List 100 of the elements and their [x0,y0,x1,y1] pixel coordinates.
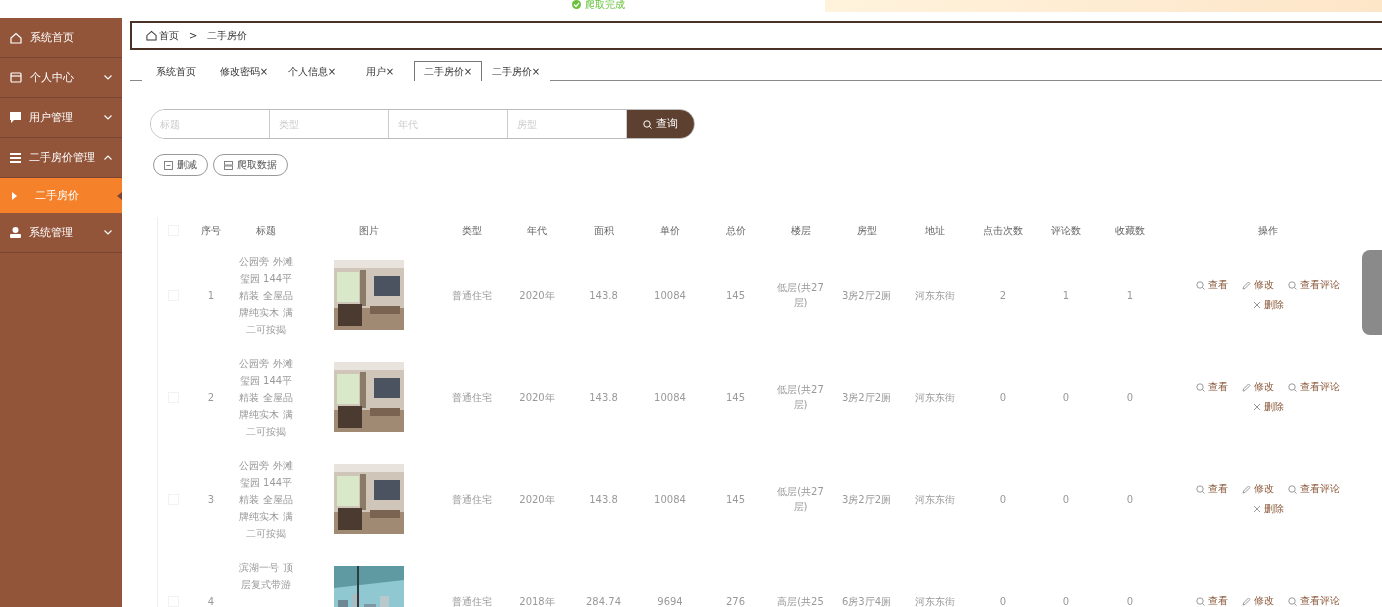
search-icon [1288,382,1297,392]
table-cell-text: 0 [1061,594,1071,607]
table-cell-text: 6房3厅4厕 [840,594,893,607]
table-cell-text: 143.8 [588,390,619,405]
table-cell-text: 9694 [656,594,684,607]
user-icon [10,227,21,238]
side-handle[interactable] [1362,250,1382,335]
search-icon [1288,596,1297,606]
tab-close[interactable]: × [385,66,395,77]
column-header: 操作 [1257,223,1279,238]
action-link[interactable]: 修改 [1242,482,1274,496]
home-icon [10,31,22,44]
pencil-icon [1242,382,1251,392]
column-header: 收藏数 [1114,223,1146,238]
column-header: 类型 [461,223,483,238]
table-cell-text: 10084 [653,492,687,507]
action-link[interactable]: 修改 [1242,594,1274,607]
column-header: 面积 [592,223,615,238]
breadcrumb-current: 二手房价 [207,28,248,43]
pencil-icon [1242,484,1251,494]
sidebar-item[interactable]: 个人中心 [0,58,122,98]
table-cell-text: 普通住宅 [451,288,493,303]
table-cell-text: 284.74 [585,594,622,607]
table-cell-text: 0 [1125,492,1135,507]
table-cell-text: 2018年 [518,594,556,607]
page-tab[interactable]: 二手房价× [414,61,482,81]
action-link[interactable]: 查看评论 [1288,482,1340,496]
tab-close[interactable]: × [327,66,337,77]
table-cell-text: 2 [998,288,1008,303]
column-header: 点击次数 [982,223,1024,238]
column-header: 房型 [855,223,878,238]
list-icon [10,152,21,163]
home-icon [146,30,157,41]
caret-icon [12,191,17,200]
crawl-button[interactable]: 爬取数据 [213,154,288,176]
delete-button[interactable]: 删减 [153,154,208,176]
server-icon [224,160,233,170]
table-cell-text: 4 [206,594,216,607]
table-cell-text: 3房2厅2厕 [840,288,893,303]
sidebar-item[interactable]: 系统首页 [0,18,122,58]
action-link[interactable]: 修改 [1242,278,1274,292]
breadcrumb-separator: > [189,30,198,41]
table-cell-text: 145 [724,492,747,507]
breadcrumb-link[interactable]: 首页 [146,28,179,43]
column-header: 序号 [200,223,222,238]
action-link[interactable]: 查看 [1196,380,1228,394]
table-cell-text: 0 [1125,390,1135,405]
table-cell-text: 1 [1061,288,1071,303]
table-cell-text: 0 [1125,594,1135,607]
column-header: 图片 [358,223,380,238]
search-icon [1196,382,1205,392]
table-cell-text: 河东东街 [913,390,956,405]
sidebar-item[interactable]: 系统管理 [0,213,122,253]
table-cell-text: 143.8 [588,492,619,507]
search-icon [1288,280,1297,290]
table-cell-text: 0 [1061,390,1071,405]
search-icon [1196,596,1205,606]
action-link[interactable]: 查看 [1196,594,1228,607]
table-cell-text: 143.8 [588,288,619,303]
action-link[interactable]: 修改 [1242,380,1274,394]
table-cell-text: 低层(共27层) [776,281,825,310]
tab-close[interactable]: × [531,66,541,77]
table-cell-text: 2020年 [518,390,556,405]
toast-message: 爬取完成 [572,0,625,9]
search-button[interactable]: 查询 [627,110,694,138]
sidebar-item[interactable]: 用户管理 [0,98,122,138]
action-link[interactable]: 查看 [1196,482,1228,496]
table-cell-text: 普通住宅 [451,594,493,607]
close-icon [1252,301,1261,309]
action-link[interactable]: 删除 [1252,400,1284,414]
table-cell-text: 2020年 [518,492,556,507]
tab-close[interactable]: × [259,66,269,77]
card-icon [10,72,22,83]
column-header: 单价 [659,223,681,238]
table-cell-text: 0 [998,390,1008,405]
search-icon [1196,280,1205,290]
action-link[interactable]: 查看评论 [1288,380,1340,394]
pencil-icon [1242,596,1251,606]
action-link[interactable]: 查看评论 [1288,278,1340,292]
search-icon [1196,484,1205,494]
table-cell-text: 低层(共27层) [776,383,825,412]
table-cell-text: 0 [998,492,1008,507]
action-link[interactable]: 删除 [1252,298,1284,312]
column-header: 标题 [255,223,277,238]
column-header: 总价 [724,223,747,238]
table-cell-text: 河东东街 [913,288,956,303]
tab-close[interactable]: × [463,66,473,77]
column-header: 评论数 [1050,223,1082,238]
column-header: 地址 [923,223,946,238]
action-link[interactable]: 查看评论 [1288,594,1340,607]
action-link[interactable]: 查看 [1196,278,1228,292]
minus-square-icon [164,160,173,170]
table-cell-text: 3房2厅2厕 [840,390,893,405]
table-cell-text: 河东东街 [913,594,956,607]
table-cell-text: 2 [206,390,216,405]
close-icon [1252,505,1261,513]
action-link[interactable]: 删除 [1252,502,1284,516]
table-cell-text: 3 [206,492,216,507]
chat-icon [10,112,21,123]
column-header: 楼层 [789,223,812,238]
